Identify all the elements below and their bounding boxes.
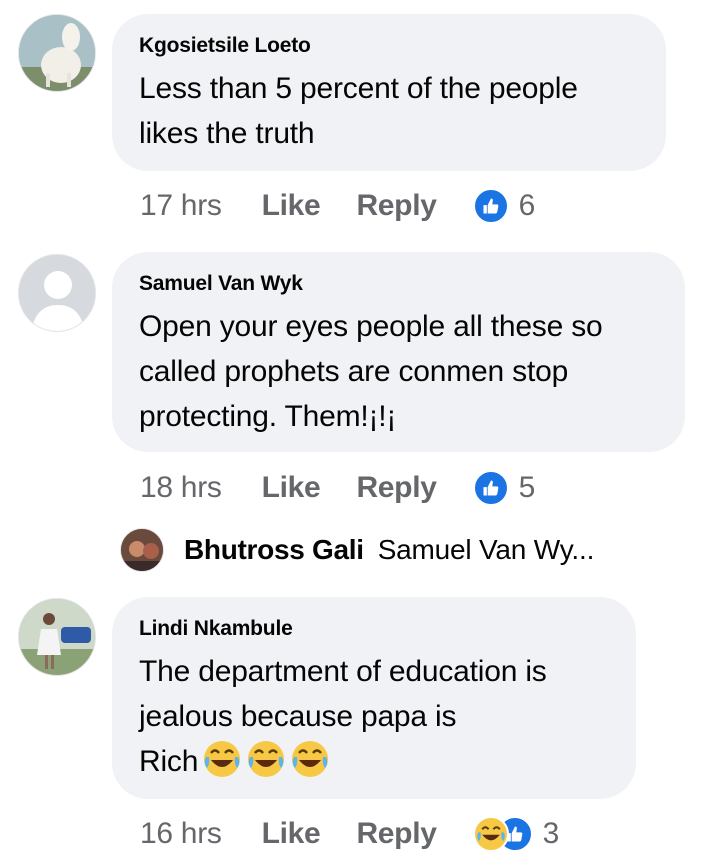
reaction-count: 5: [518, 471, 536, 504]
reaction-count: 6: [518, 189, 536, 222]
comment-bubble: Samuel Van Wyk Open your eyes people all…: [112, 252, 685, 452]
reaction-summary[interactable]: 3: [472, 816, 560, 852]
comment-text-word: Rich: [139, 745, 199, 778]
reply-button[interactable]: Reply: [356, 817, 437, 851]
comment-actions: 17 hrs Like Reply 6: [140, 186, 535, 226]
like-reaction-icon: [472, 188, 509, 224]
avatar[interactable]: [18, 14, 96, 92]
avatar[interactable]: [18, 254, 96, 332]
like-reaction-icon: [472, 470, 509, 506]
reaction-summary[interactable]: 6: [472, 188, 536, 224]
laughing-emoji-icon: [246, 739, 286, 779]
comment-text-line: likes the truth: [139, 117, 315, 150]
comment-text-line: Open your eyes people all these so: [139, 310, 603, 343]
comment-bubble: Kgosietsile Loeto Less than 5 percent of…: [112, 14, 666, 171]
reply-snippet: Samuel Van Wy...: [377, 534, 595, 565]
comment-author[interactable]: Kgosietsile Loeto: [139, 34, 638, 58]
comment-actions: 18 hrs Like Reply 5: [140, 468, 535, 508]
reply-author[interactable]: Bhutross Gali: [184, 534, 364, 566]
like-button[interactable]: Like: [262, 189, 321, 223]
comment-text-line: The department of education is: [139, 655, 547, 688]
like-button[interactable]: Like: [262, 471, 321, 505]
comment-text-line: protecting. Them!¡!¡: [139, 400, 397, 433]
comment-text: Open your eyes people all these so calle…: [139, 304, 657, 439]
haha-reaction-icon: [472, 816, 509, 852]
like-button[interactable]: Like: [262, 817, 321, 851]
comment-author[interactable]: Lindi Nkambule: [139, 617, 608, 641]
comment-timestamp[interactable]: 16 hrs: [140, 817, 222, 851]
laughing-emoji-icon: [290, 739, 330, 779]
avatar[interactable]: [18, 598, 96, 676]
comment-text-line: Less than 5 percent of the people: [139, 72, 578, 105]
comment-timestamp[interactable]: 18 hrs: [140, 471, 222, 505]
comment-bubble: Lindi Nkambule The department of educati…: [112, 597, 636, 799]
comment-actions: 16 hrs Like Reply 3: [140, 814, 559, 854]
comment-text: Less than 5 percent of the people likes …: [139, 66, 638, 156]
reaction-summary[interactable]: 5: [472, 470, 536, 506]
comment-text-line: Rich: [139, 739, 608, 784]
comment-text-line: called prophets are conmen stop: [139, 355, 569, 388]
reply-button[interactable]: Reply: [356, 471, 437, 505]
comment-text: The department of education is jealous b…: [139, 649, 608, 784]
comment-author[interactable]: Samuel Van Wyk: [139, 272, 657, 296]
avatar[interactable]: [120, 528, 164, 572]
comment-text-line: jealous because papa is: [139, 700, 457, 733]
comment-timestamp[interactable]: 17 hrs: [140, 189, 222, 223]
reply-button[interactable]: Reply: [356, 189, 437, 223]
reaction-count: 3: [542, 817, 560, 850]
laughing-emoji-icon: [202, 739, 242, 779]
reply-preview[interactable]: Bhutross Gali Samuel Van Wy...: [120, 525, 594, 575]
